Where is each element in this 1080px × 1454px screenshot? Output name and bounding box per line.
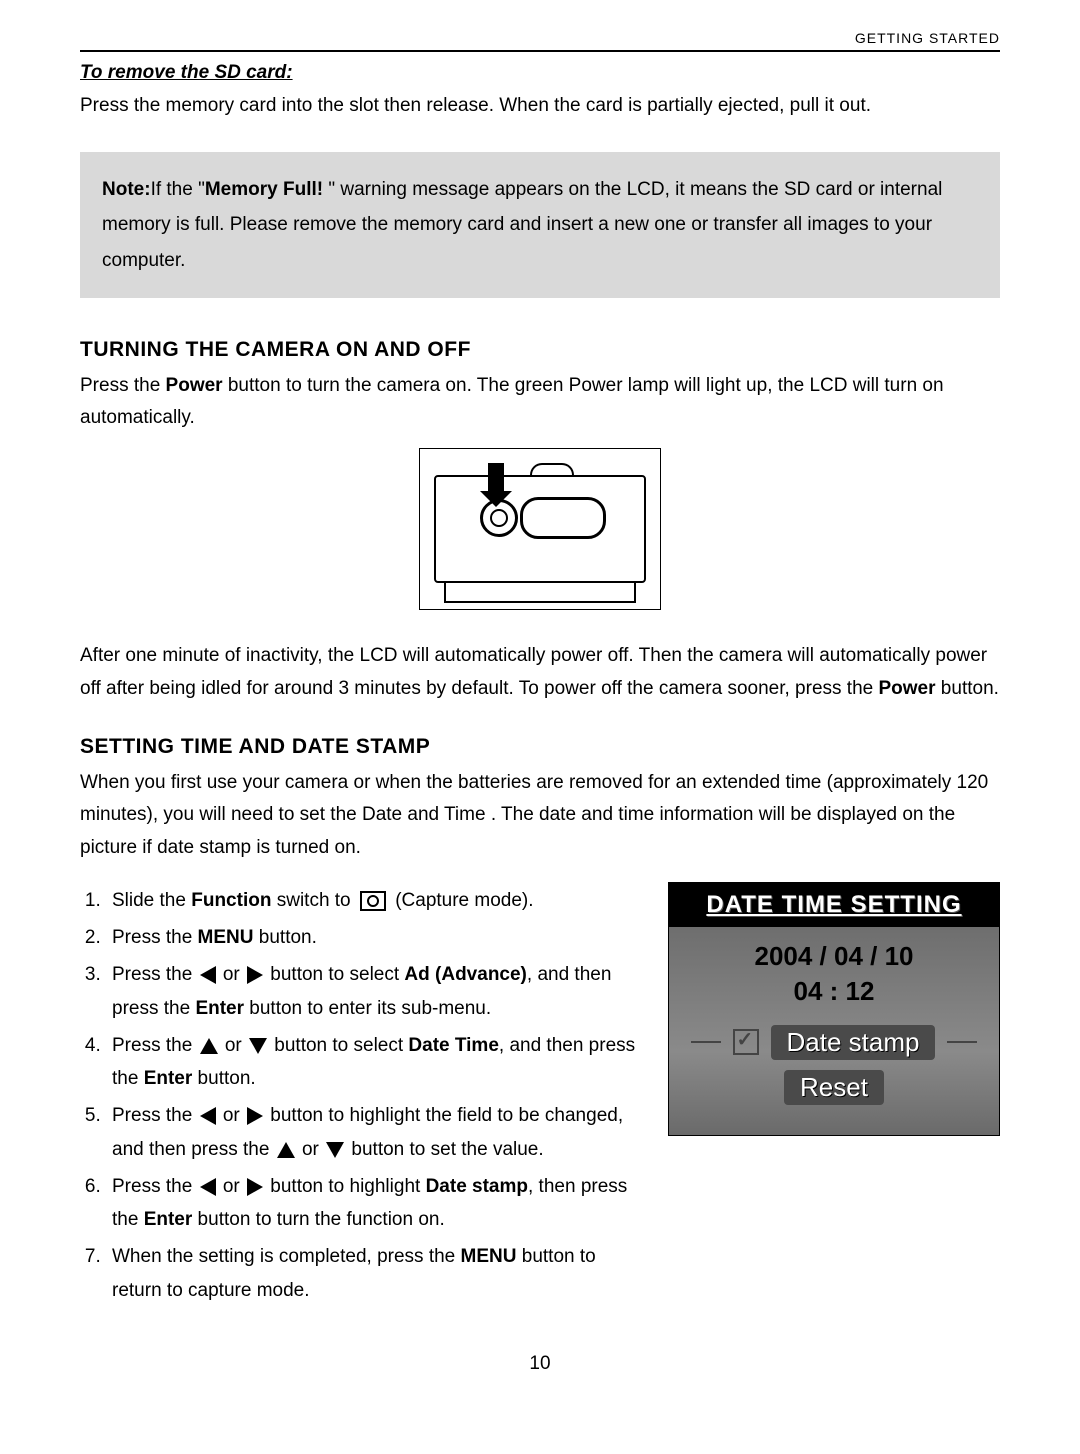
s6mid: or: [218, 1176, 245, 1197]
s2b: button.: [254, 927, 317, 948]
step-4: Press the or button to select Date Time,…: [106, 1029, 648, 1096]
lcd-reset-button: Reset: [784, 1070, 884, 1105]
lcd-datestamp-row: Date stamp: [669, 1025, 999, 1060]
steps-list: Slide the Function switch to (Capture mo…: [80, 884, 648, 1307]
step-6: Press the or button to highlight Date st…: [106, 1170, 648, 1237]
s6bold: Date stamp: [426, 1176, 528, 1197]
s4bold: Date Time: [408, 1035, 498, 1056]
s4bold2: Enter: [144, 1068, 193, 1089]
s6d: button to turn the function on.: [192, 1209, 444, 1230]
s3b: button to select: [265, 964, 404, 985]
lcd-date: 2004 / 04 / 10: [669, 941, 999, 972]
step-7: When the setting is completed, press the…: [106, 1240, 648, 1307]
step-5: Press the or button to highlight the fie…: [106, 1099, 648, 1166]
step-3: Press the or button to select Ad (Advanc…: [106, 958, 648, 1025]
power-p2a: After one minute of inactivity, the LCD …: [80, 645, 987, 698]
power-p1a: Press the: [80, 375, 166, 396]
page-number: 10: [80, 1353, 1000, 1375]
lcd-reset-row: Reset: [669, 1070, 999, 1105]
datetime-heading: SETTING TIME AND DATE STAMP: [80, 735, 1000, 759]
s4d: button.: [192, 1068, 255, 1089]
s3bold2: Enter: [195, 998, 244, 1019]
s7a: When the setting is completed, press the: [112, 1246, 461, 1267]
s1b: switch to: [271, 890, 355, 911]
arrow-down-icon: [488, 463, 504, 493]
s5c: button to set the value.: [346, 1139, 544, 1160]
camera-illustration: [419, 448, 661, 610]
line-icon: [691, 1041, 721, 1043]
triangle-down-icon: [326, 1142, 344, 1158]
sd-remove-subtitle: To remove the SD card:: [80, 62, 1000, 84]
lcd-time: 04 : 12: [669, 976, 999, 1007]
datetime-intro: When you first use your camera or when t…: [80, 767, 1000, 864]
note-body-start: If the ": [151, 179, 205, 200]
sd-remove-text: Press the memory card into the slot then…: [80, 90, 1000, 122]
s4b: button to select: [269, 1035, 408, 1056]
s5mid2: or: [297, 1139, 324, 1160]
s3d: button to enter its sub-menu.: [244, 998, 491, 1019]
triangle-left-icon: [200, 966, 216, 984]
section-header: GETTING STARTED: [80, 30, 1000, 46]
note-prefix: Note:: [102, 179, 151, 200]
s2bold: MENU: [198, 927, 254, 948]
note-bold: Memory Full!: [205, 179, 329, 200]
s4a: Press the: [112, 1035, 198, 1056]
s3a: Press the: [112, 964, 198, 985]
power-p1bold: Power: [166, 375, 223, 396]
lcd-datestamp-button: Date stamp: [771, 1025, 936, 1060]
s2a: Press the: [112, 927, 198, 948]
s3bold: Ad (Advance): [404, 964, 526, 985]
s6b: button to highlight: [265, 1176, 426, 1197]
triangle-right-icon: [247, 1178, 263, 1196]
lcd-screenshot: DATE TIME SETTING 2004 / 04 / 10 04 : 12…: [668, 882, 1000, 1136]
s1c: (Capture mode).: [390, 890, 534, 911]
triangle-left-icon: [200, 1178, 216, 1196]
triangle-right-icon: [247, 966, 263, 984]
s3mid: or: [218, 964, 245, 985]
line-icon: [947, 1041, 977, 1043]
triangle-up-icon: [277, 1142, 295, 1158]
lcd-title: DATE TIME SETTING: [669, 883, 999, 927]
step-1: Slide the Function switch to (Capture mo…: [106, 884, 648, 917]
note-box: Note:If the "Memory Full! " warning mess…: [80, 152, 1000, 297]
s5a: Press the: [112, 1105, 198, 1126]
step-2: Press the MENU button.: [106, 921, 648, 954]
capture-mode-icon: [360, 891, 386, 911]
s1bold: Function: [191, 890, 271, 911]
triangle-right-icon: [247, 1107, 263, 1125]
power-p2bold: Power: [879, 678, 936, 699]
triangle-down-icon: [249, 1038, 267, 1054]
s5mid: or: [218, 1105, 245, 1126]
triangle-left-icon: [200, 1107, 216, 1125]
power-para-2: After one minute of inactivity, the LCD …: [80, 640, 1000, 705]
power-p2b: button.: [936, 678, 999, 699]
power-heading: TURNING THE CAMERA ON AND OFF: [80, 338, 1000, 362]
checkbox-icon: [733, 1029, 759, 1055]
triangle-up-icon: [200, 1038, 218, 1054]
s4mid: or: [220, 1035, 247, 1056]
s6bold2: Enter: [144, 1209, 193, 1230]
s1a: Slide the: [112, 890, 191, 911]
power-para-1: Press the Power button to turn the camer…: [80, 370, 1000, 435]
header-rule: [80, 50, 1000, 52]
s6a: Press the: [112, 1176, 198, 1197]
s7bold: MENU: [461, 1246, 517, 1267]
